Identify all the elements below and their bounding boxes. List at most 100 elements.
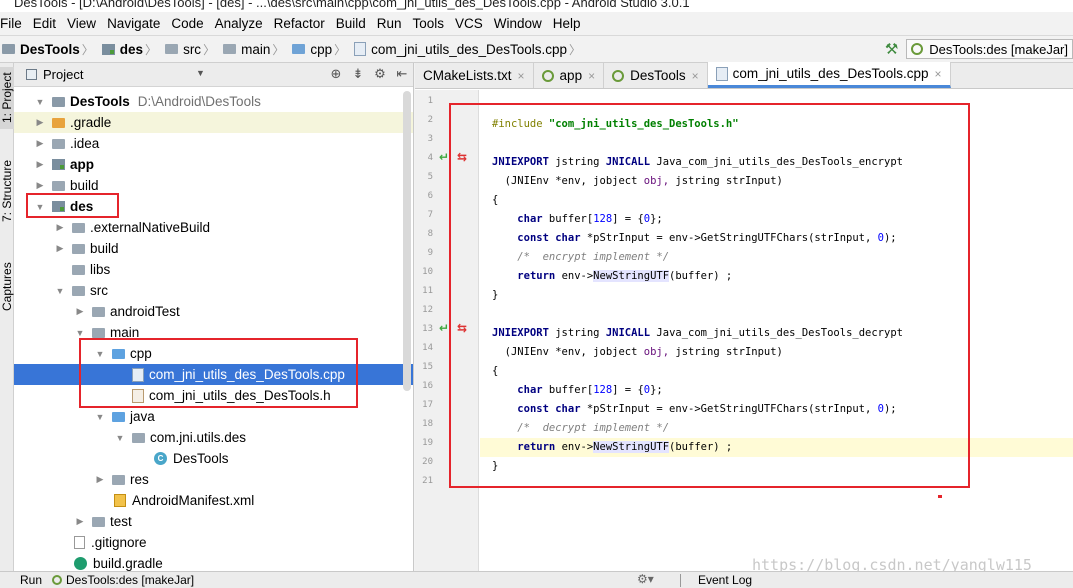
tree-item-cpp-file[interactable]: com_jni_utils_des_DesTools.cpp <box>14 364 413 385</box>
chevron-down-icon: ▼ <box>35 96 45 107</box>
hammer-icon[interactable]: ⚒ <box>885 40 898 58</box>
tree-item-gitignore[interactable]: .gitignore <box>14 532 413 553</box>
menu-navigate[interactable]: Navigate <box>101 16 165 31</box>
line-number: 14 <box>422 343 433 353</box>
event-log-tab[interactable]: Event Log <box>698 573 752 587</box>
tree-item-src[interactable]: ▼ src <box>14 280 413 301</box>
tree-item-main[interactable]: ▼ main <box>14 322 413 343</box>
structure-tool-tab[interactable]: 7: Structure <box>0 151 14 231</box>
gear-icon[interactable]: ⚙▾ <box>637 572 654 586</box>
code-line: #include "com_jni_utils_des_DesTools.h" <box>492 118 739 130</box>
menu-tools[interactable]: Tools <box>407 16 450 31</box>
tree-item-android-test[interactable]: ▶ androidTest <box>14 301 413 322</box>
tree-item-manifest[interactable]: AndroidManifest.xml <box>14 490 413 511</box>
menu-vcs[interactable]: VCS <box>449 16 488 31</box>
breadcrumb-main[interactable]: main 〉 <box>223 41 292 58</box>
tree-item-destools-class[interactable]: C DesTools <box>14 448 413 469</box>
menu-window[interactable]: Window <box>488 16 547 31</box>
breadcrumb-src[interactable]: src 〉 <box>165 41 223 58</box>
chevron-right-icon: 〉 <box>203 42 216 57</box>
line-number: 15 <box>422 362 433 372</box>
line-number: 18 <box>422 419 433 429</box>
tree-item-app[interactable]: ▶ app <box>14 154 413 175</box>
tree-item-test[interactable]: ▶ test <box>14 511 413 532</box>
captures-tool-tab[interactable]: Captures <box>0 251 14 323</box>
menu-refactor[interactable]: Refactor <box>268 16 330 31</box>
menu-file[interactable]: File <box>0 16 27 31</box>
menu-build[interactable]: Build <box>330 16 371 31</box>
tab-cmakelists[interactable]: CMakeLists.txt × <box>415 63 534 88</box>
project-tool-tab[interactable]: 1: Project <box>0 67 14 129</box>
navigate-to-java-icon[interactable]: ⇆ <box>457 150 467 164</box>
hide-panel-icon[interactable]: ⇤ <box>391 66 413 82</box>
close-icon[interactable]: × <box>692 69 699 83</box>
chevron-down-icon: ▼ <box>115 432 125 443</box>
tree-item-java[interactable]: ▼ java <box>14 406 413 427</box>
code-line: JNIEXPORT jstring JNICALL Java_com_jni_u… <box>492 156 903 168</box>
chevron-down-icon[interactable]: ▼ <box>196 68 205 78</box>
code-line: char buffer[128] = {0}; <box>517 384 663 396</box>
code-line: { <box>492 194 499 206</box>
run-config-tab[interactable]: DesTools:des [makeJar] <box>52 573 194 587</box>
breadcrumb-project[interactable]: DesTools 〉 <box>2 41 102 58</box>
menu-view[interactable]: View <box>61 16 101 31</box>
tab-destools[interactable]: DesTools × <box>604 63 708 88</box>
chevron-right-icon: 〉 <box>334 42 347 57</box>
chevron-down-icon: ▼ <box>95 348 105 359</box>
chevron-right-icon: 〉 <box>272 42 285 57</box>
collapse-all-icon[interactable]: ⇟ <box>347 66 369 82</box>
menu-edit[interactable]: Edit <box>27 16 61 31</box>
run-tool-label[interactable]: Run <box>20 573 42 587</box>
tree-item-des-build[interactable]: ▶ build <box>14 238 413 259</box>
editor-tabs: CMakeLists.txt × app × DesTools × com_jni_u… <box>415 62 1073 89</box>
tree-item-idea[interactable]: ▶ .idea <box>14 133 413 154</box>
folder-icon <box>92 516 105 527</box>
line-number: 1 <box>427 96 433 106</box>
menu-run[interactable]: Run <box>371 16 407 31</box>
breadcrumb-module[interactable]: des 〉 <box>101 41 165 58</box>
locate-file-icon[interactable]: ⊕ <box>325 66 347 82</box>
menu-analyze[interactable]: Analyze <box>209 16 268 31</box>
line-number: 20 <box>422 457 433 467</box>
tree-item-package[interactable]: ▼ com.jni.utils.des <box>14 427 413 448</box>
close-icon[interactable]: × <box>588 69 595 83</box>
text-file-icon <box>74 536 85 549</box>
menu-bar: File Edit View Navigate Code Analyze Ref… <box>0 12 1073 36</box>
tab-cpp-file[interactable]: com_jni_utils_des_DesTools.cpp × <box>707 62 951 88</box>
tree-item-destools[interactable]: ▼ DesTools D:\Android\DesTools <box>14 91 413 112</box>
run-configuration-select[interactable]: DesTools:des [makeJar] <box>906 39 1073 59</box>
line-number: 12 <box>422 305 433 315</box>
tree-item-res[interactable]: ▶ res <box>14 469 413 490</box>
editor-gutter[interactable]: 1 2 3 4 5 6 7 8 9 10 11 12 13 14 15 16 1… <box>415 90 479 571</box>
project-view-selector[interactable]: Project <box>26 67 83 82</box>
folder-icon <box>52 138 65 149</box>
navigate-to-declaration-icon[interactable]: ↵ <box>439 150 449 164</box>
breadcrumb-file[interactable]: com_jni_utils_des_DesTools.cpp 〉 <box>354 41 589 58</box>
close-icon[interactable]: × <box>518 69 525 83</box>
window-title-bar: DesTools - [D:\Android\DesTools] - [des]… <box>0 0 1073 12</box>
tree-item-cpp[interactable]: ▼ cpp <box>14 343 413 364</box>
folder-icon <box>72 243 85 254</box>
folder-icon <box>72 285 85 296</box>
project-panel-scrollbar[interactable] <box>403 91 411 391</box>
tree-item-libs[interactable]: libs <box>14 259 413 280</box>
menu-code[interactable]: Code <box>165 16 208 31</box>
tree-item-external-native-build[interactable]: ▶ .externalNativeBuild <box>14 217 413 238</box>
code-line-current: return env->NewStringUTF(buffer) ; <box>480 438 1073 457</box>
line-number: 2 <box>427 115 433 125</box>
navigate-to-java-icon[interactable]: ⇆ <box>457 321 467 335</box>
android-icon <box>911 43 924 55</box>
close-icon[interactable]: × <box>935 67 942 81</box>
navigate-to-declaration-icon[interactable]: ↵ <box>439 321 449 335</box>
chevron-right-icon: ▶ <box>36 117 44 127</box>
tree-item-header-file[interactable]: com_jni_utils_des_DesTools.h <box>14 385 413 406</box>
menu-help[interactable]: Help <box>547 16 586 31</box>
gear-icon[interactable]: ⚙ <box>369 66 391 82</box>
tab-app[interactable]: app × <box>534 63 605 88</box>
tree-item-build[interactable]: ▶ build <box>14 175 413 196</box>
tree-item-gradle-dir[interactable]: ▶ .gradle <box>14 112 413 133</box>
tree-item-des[interactable]: ▼ des <box>14 196 413 217</box>
breadcrumb-cpp[interactable]: cpp 〉 <box>292 41 354 58</box>
code-area[interactable]: #include "com_jni_utils_des_DesTools.h" … <box>480 90 1073 571</box>
chevron-right-icon: ▶ <box>36 180 44 190</box>
